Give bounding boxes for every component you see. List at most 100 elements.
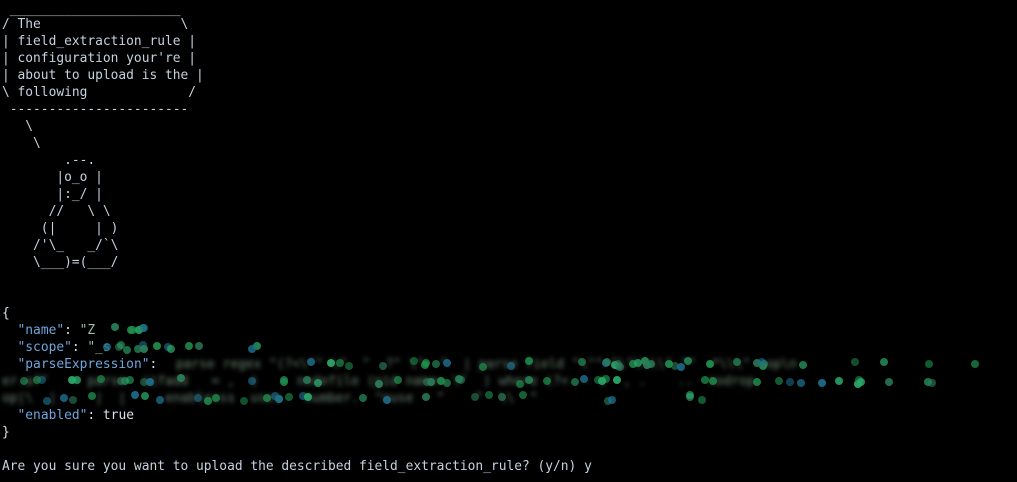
upload-confirm-prompt[interactable]: Are you sure you want to upload the desc… — [2, 458, 592, 475]
redaction-dot — [383, 395, 392, 404]
redaction-dot — [167, 345, 176, 353]
redaction-dot — [817, 378, 826, 387]
redaction-dot — [130, 391, 139, 400]
redaction-dot — [634, 358, 643, 367]
redaction-dot — [506, 362, 515, 371]
redaction-dot — [117, 376, 125, 385]
redaction-dot — [344, 362, 353, 371]
redaction-dot — [303, 392, 312, 401]
redaction-dot — [60, 394, 68, 403]
redaction-dot — [88, 392, 96, 400]
redaction-dot — [240, 397, 249, 405]
redaction-dot — [212, 393, 221, 402]
redaction-dot — [146, 378, 154, 387]
redaction-dot — [185, 342, 194, 350]
redaction-dot — [73, 375, 82, 384]
redaction-overlay — [0, 0, 1017, 482]
redaction-dot — [485, 391, 493, 399]
redaction-dot — [303, 376, 312, 385]
redaction-dot — [885, 377, 894, 386]
json-enabled-key: "enabled" — [17, 408, 88, 423]
prompt-answer[interactable]: y — [584, 459, 592, 474]
redaction-dot — [285, 392, 293, 401]
redaction-dot — [69, 395, 78, 404]
redaction-dot — [857, 378, 866, 386]
redaction-dot — [139, 344, 148, 353]
redaction-dot — [393, 375, 402, 384]
redaction-dot — [126, 326, 135, 334]
redaction-dot — [262, 394, 271, 403]
redaction-dot — [20, 376, 29, 385]
redaction-dot — [665, 359, 673, 368]
redaction-dot — [686, 391, 694, 399]
redaction-dot — [194, 394, 203, 403]
redaction-dot — [612, 376, 621, 385]
redaction-dot — [307, 357, 316, 366]
redaction-dot — [335, 359, 344, 368]
redaction-dot — [757, 357, 766, 366]
redaction-dot — [470, 393, 479, 402]
redaction-dot — [598, 376, 607, 385]
redaction-dot — [524, 375, 533, 384]
redaction-dot — [646, 359, 655, 368]
prompt-question: Are you sure you want to upload the desc… — [2, 459, 585, 474]
redaction-dot — [796, 378, 805, 387]
redaction-dot — [359, 393, 368, 402]
redaction-dot — [708, 377, 717, 385]
redaction-dot — [378, 361, 387, 370]
redaction-dot — [519, 391, 528, 400]
redaction-dot — [677, 362, 685, 371]
redaction-dot — [835, 376, 844, 385]
redaction-dot — [326, 359, 335, 368]
redaction-dot — [420, 360, 429, 369]
redaction-dot — [924, 360, 933, 369]
redaction-dot — [571, 378, 580, 386]
redaction-dot — [579, 374, 588, 383]
redaction-dot — [577, 358, 586, 367]
json-enabled-value: true — [102, 408, 134, 423]
redaction-dot — [375, 379, 384, 388]
redaction-dot — [442, 359, 451, 368]
redaction-dot — [409, 357, 418, 366]
redaction-dot — [194, 342, 203, 351]
redaction-dot — [177, 374, 186, 382]
redaction-dot — [851, 357, 860, 366]
redaction-dot — [279, 377, 288, 386]
redaction-dot — [705, 359, 714, 368]
redaction-dot — [32, 375, 41, 384]
redaction-dot — [140, 323, 149, 332]
redaction-dot — [774, 376, 783, 385]
redaction-dot — [479, 362, 488, 371]
redaction-dot — [608, 395, 616, 404]
json-enabled-row: "enabled": true — [17, 408, 134, 423]
redaction-dot — [799, 360, 807, 369]
redaction-dot — [436, 377, 445, 386]
redaction-dot — [753, 378, 762, 387]
redaction-dot — [153, 342, 161, 351]
redaction-dot — [498, 392, 507, 401]
redaction-dot — [543, 377, 551, 386]
redaction-dot — [247, 345, 256, 354]
redaction-dot — [313, 378, 322, 387]
redaction-dot — [110, 323, 119, 332]
redaction-dot — [102, 342, 111, 351]
redaction-dot — [785, 377, 794, 386]
redaction-dot — [928, 378, 936, 387]
redaction-dot — [701, 375, 710, 384]
redaction-dot — [971, 360, 980, 369]
redaction-dot — [733, 357, 741, 366]
redaction-dot — [96, 374, 105, 383]
redaction-dot — [271, 391, 280, 400]
terminal-window[interactable]: ______________________ / The \ | field_e… — [0, 0, 1017, 482]
redaction-dot — [457, 375, 465, 384]
redaction-dot — [432, 360, 441, 369]
redaction-dot — [155, 395, 164, 404]
redaction-dot — [516, 379, 525, 388]
redaction-dot — [683, 357, 692, 366]
redaction-dot — [879, 358, 888, 367]
redaction-dot — [42, 396, 51, 405]
redaction-dot — [141, 392, 149, 400]
redaction-dot — [203, 396, 212, 405]
redaction-dot — [602, 357, 611, 366]
redaction-dot — [421, 392, 430, 401]
